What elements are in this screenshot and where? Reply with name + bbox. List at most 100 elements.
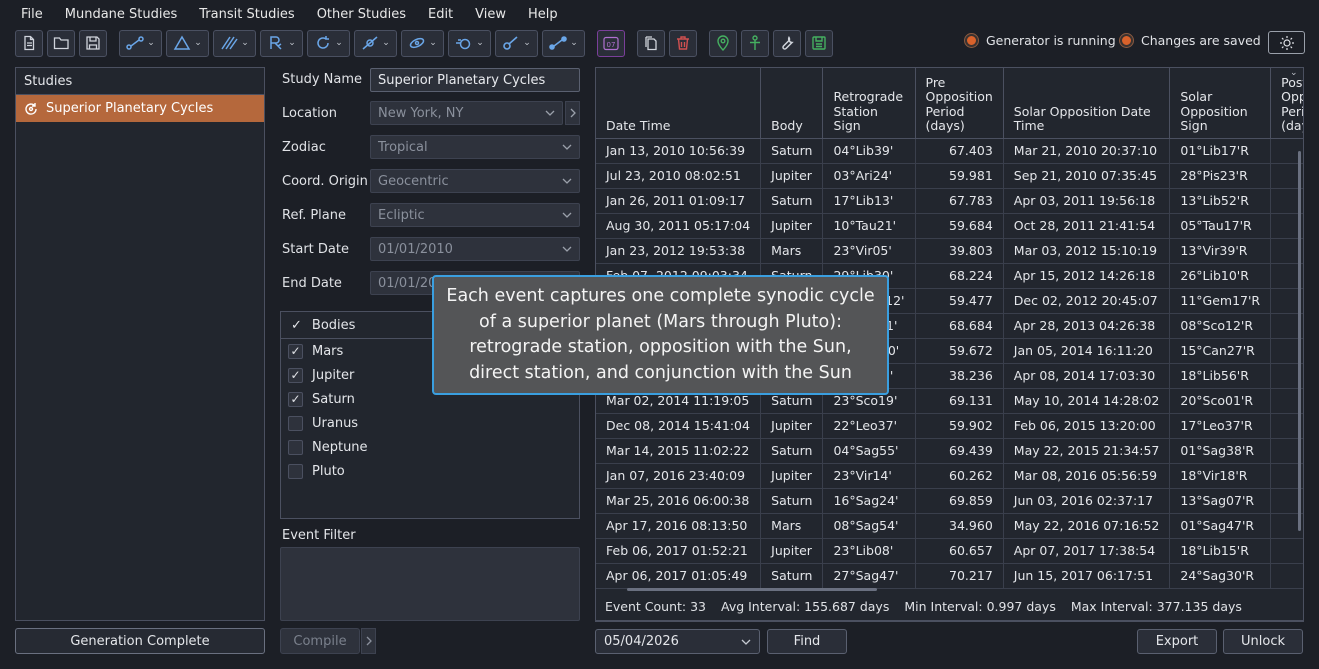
settings-button[interactable] xyxy=(773,29,801,57)
table-row[interactable]: Jan 07, 2016 23:40:09 Jupiter 23°Vir14' 60.… xyxy=(596,463,1303,489)
table-cell: Dec 08, 2014 15:41:04 xyxy=(596,413,762,439)
menu-edit[interactable]: Edit xyxy=(417,7,464,22)
column-menu-icon[interactable]: ⌄ xyxy=(1290,68,1298,78)
vertical-scrollbar[interactable] xyxy=(1298,151,1301,531)
table-cell: 10°Tau21' xyxy=(822,213,916,239)
menu-bar: File Mundane Studies Transit Studies Oth… xyxy=(0,0,1319,28)
menu-mundane-studies[interactable]: Mundane Studies xyxy=(54,7,189,22)
table-cell: Apr 03, 2011 19:56:18 xyxy=(1003,188,1171,214)
scroll-thumb[interactable] xyxy=(627,588,877,591)
table-row[interactable]: Apr 06, 2017 01:05:49 Saturn 27°Sag47' 70.2… xyxy=(596,563,1303,589)
find-button[interactable]: Find xyxy=(767,629,847,654)
table-row[interactable]: Apr 17, 2016 08:13:50 Mars 08°Sag54' 34.960… xyxy=(596,513,1303,539)
table-row[interactable]: Aug 30, 2011 05:17:04 Jupiter 10°Tau21' 59.… xyxy=(596,213,1303,239)
checkbox-empty-icon[interactable] xyxy=(288,463,303,479)
start-date-picker[interactable]: 01/01/2010 xyxy=(370,237,580,261)
body-item-pluto[interactable]: Pluto xyxy=(281,459,579,483)
unlock-button[interactable]: Unlock xyxy=(1223,629,1303,654)
coord-origin-value: Geocentric xyxy=(378,173,449,189)
cycle-dropdown[interactable]: ⌄ xyxy=(307,29,350,57)
export-data-button[interactable] xyxy=(805,29,833,57)
aspect-pattern-dropdown[interactable]: ⌄ xyxy=(119,29,162,57)
new-file-button[interactable] xyxy=(15,29,43,57)
parallel-dropdown[interactable]: ⌄ xyxy=(213,29,256,57)
compile-next-button[interactable] xyxy=(361,628,376,654)
menu-transit-studies[interactable]: Transit Studies xyxy=(188,7,305,22)
location-value: New York, NY xyxy=(378,105,464,121)
menu-other-studies[interactable]: Other Studies xyxy=(306,7,417,22)
node-dropdown[interactable]: ⌄ xyxy=(542,29,585,57)
status-dot-icon xyxy=(965,34,978,47)
location-next-button[interactable] xyxy=(565,101,580,125)
column-header[interactable]: Solar Opposition Date Time xyxy=(1003,68,1171,139)
study-name-field[interactable]: Superior Planetary Cycles xyxy=(370,68,580,92)
table-cell: Saturn xyxy=(760,563,824,589)
column-header[interactable]: Retrograde Station Sign xyxy=(822,68,916,139)
planet-dropdown[interactable]: ⌄ xyxy=(448,29,491,57)
menu-view[interactable]: View xyxy=(464,7,517,22)
compile-button[interactable]: Compile xyxy=(280,628,360,654)
coord-origin-label: Coord. Origin xyxy=(282,174,368,189)
table-cell: 38.236 xyxy=(915,363,1004,389)
person-button[interactable] xyxy=(741,29,769,57)
table-row[interactable]: Dec 08, 2014 15:41:04 Jupiter 22°Leo37' 59.… xyxy=(596,413,1303,439)
open-folder-button[interactable] xyxy=(47,29,75,57)
zodiac-select[interactable]: Tropical xyxy=(370,135,580,159)
table-row[interactable]: Jul 23, 2010 08:02:51 Jupiter 03°Ari24' 59.… xyxy=(596,163,1303,189)
table-cell: 26°Lib10'R xyxy=(1169,263,1272,289)
column-header[interactable]: Post Opposition Period (days) xyxy=(1270,68,1303,139)
coord-origin-select[interactable]: Geocentric xyxy=(370,169,580,193)
comet-dropdown[interactable]: ⌄ xyxy=(495,29,538,57)
checkbox-checked-icon[interactable]: ✓ xyxy=(288,367,303,383)
column-header[interactable]: Body xyxy=(760,68,824,139)
table-cell: Mars xyxy=(760,238,824,264)
checkbox-checked-icon[interactable]: ✓ xyxy=(288,391,303,407)
study-list-item[interactable]: Superior Planetary Cycles xyxy=(16,95,264,122)
checkbox-checked-icon[interactable]: ✓ xyxy=(288,343,303,359)
copy-button[interactable] xyxy=(637,29,665,57)
table-row[interactable]: Mar 14, 2015 11:02:22 Saturn 04°Sag55' 69.4… xyxy=(596,438,1303,464)
cycle-icon xyxy=(25,102,37,115)
table-cell: Jun 15, 2017 06:17:51 xyxy=(1003,563,1171,589)
retrograde-dropdown[interactable]: ⌄ xyxy=(260,29,303,57)
location-select[interactable]: New York, NY xyxy=(370,101,563,125)
column-header[interactable]: Solar Opposition Sign xyxy=(1169,68,1272,139)
body-item-neptune[interactable]: Neptune xyxy=(281,435,579,459)
find-date-picker[interactable]: 05/04/2026 xyxy=(595,629,760,654)
horizontal-scrollbar[interactable] xyxy=(597,587,1302,592)
export-button[interactable]: Export xyxy=(1137,629,1217,654)
delete-button[interactable] xyxy=(669,29,697,57)
chevron-down-icon xyxy=(741,639,751,645)
event-filter-input[interactable] xyxy=(280,547,580,621)
eclipse-dropdown[interactable]: ⌄ xyxy=(354,29,397,57)
table-cell: Feb 06, 2017 01:52:21 xyxy=(596,538,762,564)
orbit-dropdown[interactable]: ⌄ xyxy=(401,29,444,57)
table-cell: 22°Leo37' xyxy=(822,413,916,439)
table-cell: 04°Sag55' xyxy=(822,438,916,464)
person-icon xyxy=(750,35,760,50)
table-cell: 59.684 xyxy=(915,213,1004,239)
table-row[interactable]: Mar 25, 2016 06:00:38 Saturn 16°Sag24' 69.8… xyxy=(596,488,1303,514)
table-row[interactable]: Jan 13, 2010 10:56:39 Saturn 04°Lib39' 67.4… xyxy=(596,138,1303,164)
menu-help[interactable]: Help xyxy=(517,7,569,22)
chevron-down-icon xyxy=(562,246,572,252)
column-header[interactable]: Date Time xyxy=(596,68,762,139)
table-cell: Apr 15, 2012 14:26:18 xyxy=(1003,263,1171,289)
checkbox-empty-icon[interactable] xyxy=(288,415,303,431)
table-row[interactable]: Feb 06, 2017 01:52:21 Jupiter 23°Lib08' 60.… xyxy=(596,538,1303,564)
calendar-button[interactable]: 07 xyxy=(597,29,625,57)
generation-status-button[interactable]: Generation Complete xyxy=(15,628,265,654)
table-row[interactable]: Jan 23, 2012 19:53:38 Mars 23°Vir05' 39.803… xyxy=(596,238,1303,264)
triangle-pattern-dropdown[interactable]: ⌄ xyxy=(166,29,209,57)
save-button[interactable] xyxy=(79,29,107,57)
ref-plane-select[interactable]: Ecliptic xyxy=(370,203,580,227)
location-button[interactable] xyxy=(709,29,737,57)
body-label: Mars xyxy=(312,343,344,359)
table-row[interactable]: Jan 26, 2011 01:09:17 Saturn 17°Lib13' 67.7… xyxy=(596,188,1303,214)
column-header[interactable]: Pre Opposition Period (days) xyxy=(915,68,1004,139)
body-item-uranus[interactable]: Uranus xyxy=(281,411,579,435)
calendar-icon: 07 xyxy=(603,36,619,51)
theme-toggle-button[interactable] xyxy=(1268,31,1305,54)
checkbox-empty-icon[interactable] xyxy=(288,439,303,455)
menu-file[interactable]: File xyxy=(10,7,54,22)
